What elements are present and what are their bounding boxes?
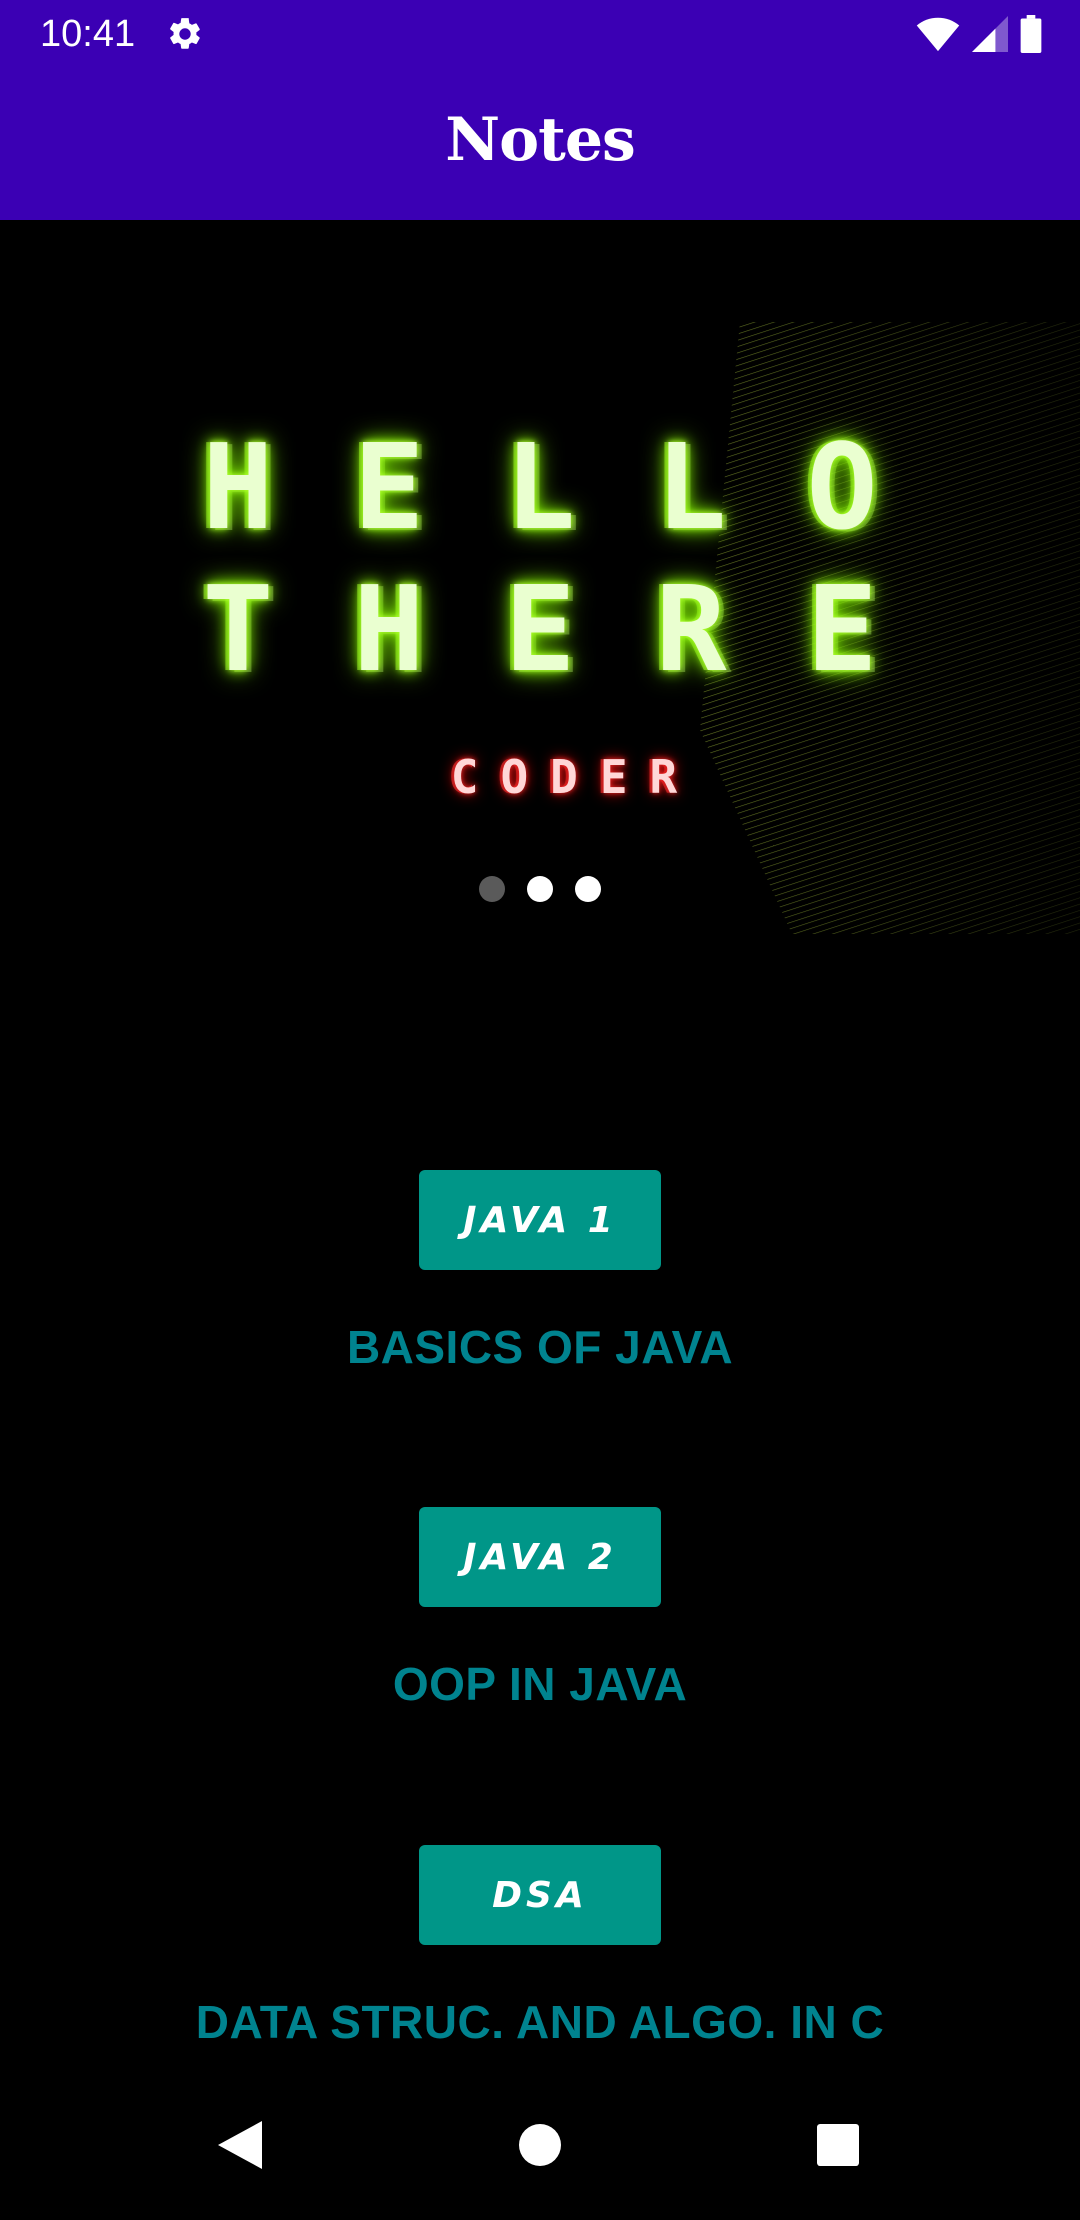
- status-icons: [916, 14, 1042, 54]
- dsa-description: DATA STRUC. AND ALGO. IN C: [195, 1996, 885, 2048]
- battery-icon: [1020, 15, 1042, 53]
- banner-there-text: THERE: [202, 560, 958, 698]
- carousel-indicator: [0, 876, 1080, 902]
- carousel-dot-1[interactable]: [479, 876, 505, 902]
- back-icon: [218, 2121, 262, 2169]
- java-2-description: OOP IN JAVA: [392, 1658, 688, 1710]
- screen: 10:41 Notes HELLO THERE CODER JAVA 1 BAS…: [0, 0, 1080, 2220]
- dsa-button[interactable]: DSA: [419, 1845, 661, 1945]
- java-1-description: BASICS OF JAVA: [346, 1321, 734, 1373]
- banner-coder-text: CODER: [450, 750, 700, 804]
- app-title: Notes: [445, 105, 636, 175]
- wifi-icon: [916, 17, 960, 52]
- signal-icon: [972, 16, 1008, 52]
- recents-icon: [817, 2124, 859, 2166]
- carousel-dot-2[interactable]: [527, 876, 553, 902]
- gear-icon: [170, 18, 200, 49]
- home-button[interactable]: [505, 2110, 575, 2180]
- status-time: 10:41: [40, 13, 136, 55]
- banner-hello-text: HELLO: [202, 418, 958, 556]
- java-2-button[interactable]: JAVA 2: [419, 1507, 661, 1607]
- hello-banner[interactable]: HELLO THERE CODER: [0, 220, 1080, 980]
- home-icon: [519, 2124, 561, 2166]
- back-button[interactable]: [205, 2110, 275, 2180]
- carousel-dot-3[interactable]: [575, 876, 601, 902]
- status-bar: 10:41: [0, 0, 1080, 66]
- app-bar: Notes: [0, 66, 1080, 220]
- navigation-bar: [0, 2070, 1080, 2220]
- java-1-button[interactable]: JAVA 1: [419, 1170, 661, 1270]
- recents-button[interactable]: [803, 2110, 873, 2180]
